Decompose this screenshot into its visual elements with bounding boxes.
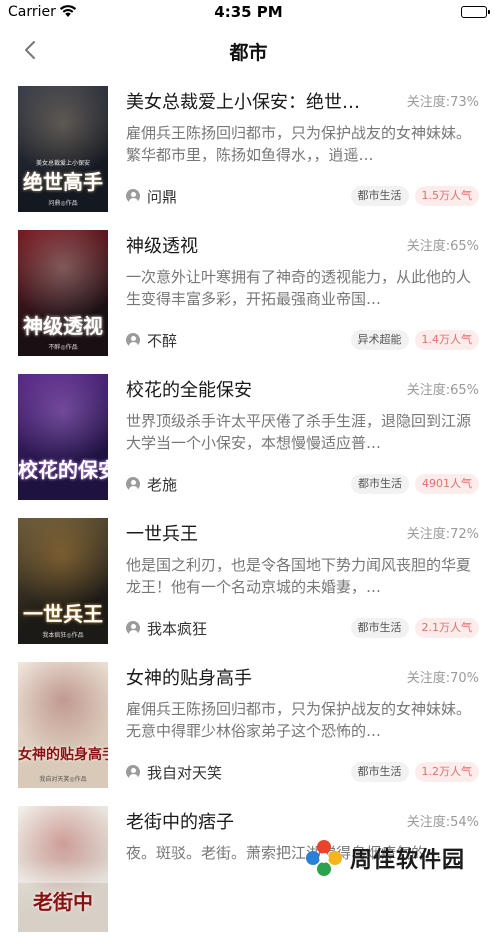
category-tag[interactable]: 都市生活: [351, 474, 409, 494]
navigation-bar: 都市: [0, 26, 497, 76]
book-description: 雇佣兵王陈扬回归都市，只为保护战友的女神妹妹。无意中得罪少林俗家弟子这个恐怖的…: [126, 700, 472, 740]
attention-rate: 关注度:54%: [406, 815, 479, 830]
watermark: 周佳软件园: [304, 836, 465, 880]
cover-author: 问鼎◎作品: [48, 200, 78, 207]
book-list-item[interactable]: 一世兵王 我本疯狂◎作品 一世兵王 关注度:72% 他是国之利刃，也是令各国地下…: [0, 512, 497, 656]
author-icon: [126, 477, 140, 491]
book-title[interactable]: 一世兵王: [126, 520, 388, 546]
book-list-item[interactable]: 校花的保安 校花的全能保安 关注度:65% 世界顶级杀手许太平厌倦了杀手生涯，退…: [0, 368, 497, 512]
category-tag[interactable]: 都市生活: [350, 618, 409, 638]
book-list-item[interactable]: 美女总裁爱上小保安 绝世高手 问鼎◎作品 美女总裁爱上小保安：绝世… 关注度:7…: [0, 80, 497, 224]
author-name: 我本疯狂: [147, 619, 208, 638]
page-title: 都市: [229, 42, 268, 64]
author-row: 我自对天笑: [126, 762, 222, 782]
cover-author: 我本疯狂◎作品: [42, 632, 84, 639]
author-icon: [126, 621, 140, 635]
category-tag[interactable]: 都市生活: [350, 186, 409, 206]
popularity-badge: 4901人气: [415, 474, 479, 494]
author-icon: [126, 765, 140, 779]
author-row: 老施: [126, 474, 177, 494]
book-cover[interactable]: 美女总裁爱上小保安 绝世高手 问鼎◎作品: [18, 86, 108, 212]
attention-rate: 关注度:65%: [406, 383, 479, 398]
cover-author: 我自对天笑◎作品: [39, 776, 87, 783]
category-tag[interactable]: 异术超能: [350, 330, 409, 350]
popularity-badge: 1.4万人气: [414, 330, 479, 350]
author-row: 不醉: [126, 330, 177, 350]
attention-rate: 关注度:73%: [406, 95, 479, 110]
cover-title: 女神的贴身高手: [18, 747, 108, 763]
book-list-item[interactable]: 神级透视 不醉◎作品 神级透视 关注度:65% 一次意外让叶寒拥有了神奇的透视能…: [0, 224, 497, 368]
tag-group: 都市生活 2.1万人气: [350, 618, 479, 638]
book-title[interactable]: 美女总裁爱上小保安：绝世…: [126, 88, 388, 114]
tag-group: 都市生活 4901人气: [351, 474, 479, 494]
book-cover[interactable]: 女神的贴身高手 我自对天笑◎作品: [18, 662, 108, 788]
book-description: 雇佣兵王陈扬回归都市，只为保护战友的女神妹妹。繁华都市里，陈扬如鱼得水，，逍遥…: [126, 124, 472, 164]
popularity-badge: 1.2万人气: [414, 762, 479, 782]
book-cover[interactable]: 校花的保安: [18, 374, 108, 500]
cover-title: 一世兵王: [23, 602, 103, 626]
book-title[interactable]: 女神的贴身高手: [126, 664, 388, 690]
cover-title: 神级透视: [23, 314, 103, 338]
tag-group: 异术超能 1.4万人气: [350, 330, 479, 350]
book-description: 世界顶级杀手许太平厌倦了杀手生涯，退隐回到江源大学当一个小保安，本想慢慢适应普…: [126, 412, 472, 452]
popularity-badge: 1.5万人气: [414, 186, 479, 206]
popularity-badge: 2.1万人气: [414, 618, 479, 638]
cover-author: 不醉◎作品: [48, 344, 78, 351]
book-cover[interactable]: 一世兵王 我本疯狂◎作品: [18, 518, 108, 644]
author-row: 我本疯狂: [126, 618, 207, 638]
clock: 4:35 PM: [214, 3, 283, 21]
status-bar: Carrier 4:35 PM: [0, 0, 497, 26]
attention-rate: 关注度:70%: [406, 671, 479, 686]
tag-group: 都市生活 1.5万人气: [350, 186, 479, 206]
tag-group: 都市生活 1.2万人气: [350, 762, 479, 782]
author-row: 问鼎: [126, 186, 177, 206]
book-title[interactable]: 校花的全能保安: [126, 376, 388, 402]
book-cover[interactable]: 老街中: [18, 806, 108, 932]
book-list[interactable]: 美女总裁爱上小保安 绝世高手 问鼎◎作品 美女总裁爱上小保安：绝世… 关注度:7…: [0, 80, 497, 944]
book-cover[interactable]: 神级透视 不醉◎作品: [18, 230, 108, 356]
book-description: 他是国之利刃，也是令各国地下势力闻风丧胆的华夏龙王！他有一个名动京城的未婚妻，…: [126, 556, 472, 596]
book-title[interactable]: 神级透视: [126, 232, 388, 258]
watermark-text: 周佳软件园: [350, 848, 466, 873]
book-description: 一次意外让叶寒拥有了神奇的透视能力，从此他的人生变得丰富多彩，开拓最强商业帝国…: [126, 268, 472, 308]
attention-rate: 关注度:72%: [406, 527, 479, 542]
pinwheel-logo-icon: [306, 840, 342, 876]
author-name: 不醉: [147, 331, 178, 350]
author-icon: [126, 333, 140, 347]
category-tag[interactable]: 都市生活: [350, 762, 409, 782]
author-name: 问鼎: [147, 187, 178, 206]
attention-rate: 关注度:65%: [406, 239, 479, 254]
author-icon: [126, 189, 140, 203]
cover-subtitle: 美女总裁爱上小保安: [35, 160, 90, 167]
cover-title: 校花的保安: [18, 458, 108, 482]
book-list-item[interactable]: 女神的贴身高手 我自对天笑◎作品 女神的贴身高手 关注度:70% 雇佣兵王陈扬回…: [0, 656, 497, 800]
battery-icon: [461, 6, 490, 18]
book-title[interactable]: 老街中的痞子: [126, 808, 388, 834]
cover-title: 老街中: [33, 890, 93, 914]
author-name: 我自对天笑: [147, 763, 223, 782]
cover-title: 绝世高手: [23, 170, 103, 194]
author-name: 老施: [147, 475, 178, 494]
